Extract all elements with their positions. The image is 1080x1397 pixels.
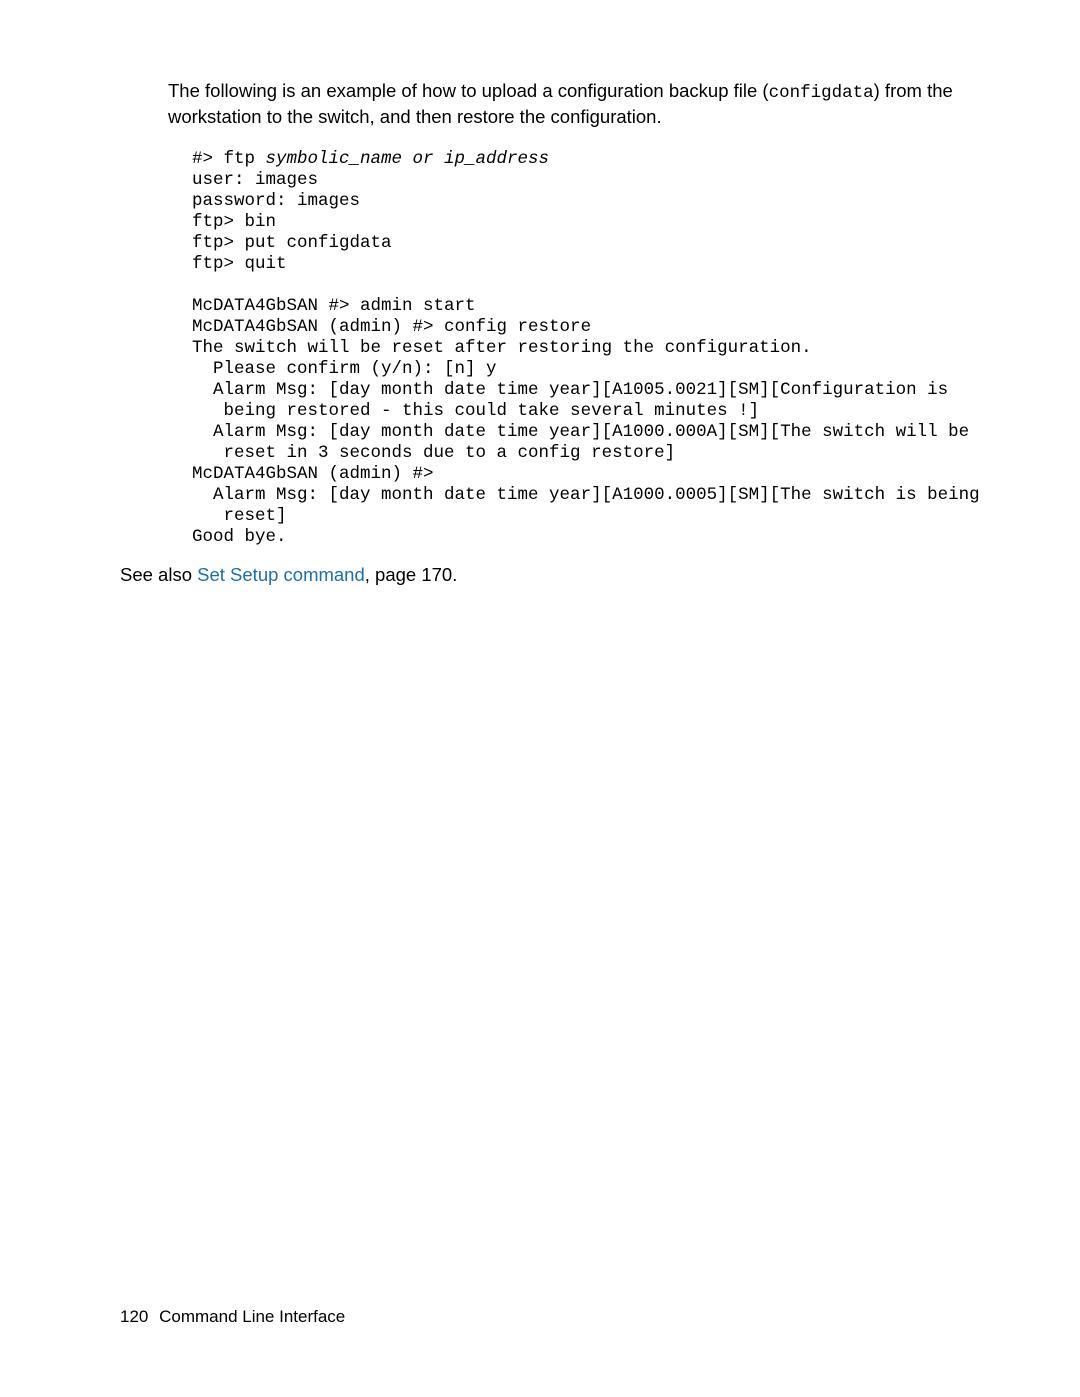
see-also-label: See also	[120, 564, 192, 585]
intro-code: configdata	[769, 83, 874, 103]
code-l16: McDATA4GbSAN (admin) #>	[192, 464, 434, 484]
code-l10: The switch will be reset after restoring…	[192, 338, 812, 358]
intro-part1: The following is an example of how to up…	[168, 80, 769, 101]
page-container: The following is an example of how to up…	[0, 0, 1080, 1397]
code-example: #> ftp symbolic_name or ip_address user:…	[192, 149, 960, 548]
code-l1b: symbolic_name or ip_address	[266, 149, 550, 169]
code-l14: Alarm Msg: [day month date time year][A1…	[192, 422, 969, 442]
code-l5: ftp> put configdata	[192, 233, 392, 253]
code-l13: being restored - this could take several…	[192, 401, 759, 421]
see-also-suffix: , page 170.	[365, 564, 458, 585]
page-number: 120	[120, 1307, 148, 1326]
page-footer: 120 Command Line Interface	[120, 1307, 345, 1327]
code-l11: Please confirm (y/n): [n] y	[192, 359, 497, 379]
code-l17: Alarm Msg: [day month date time year][A1…	[192, 485, 980, 505]
see-also-row: See also Set Setup command, page 170.	[120, 564, 960, 586]
code-l3: password: images	[192, 191, 360, 211]
code-l1a: #> ftp	[192, 149, 266, 169]
code-l2: user: images	[192, 170, 318, 190]
see-also-link[interactable]: Set Setup command	[197, 564, 365, 585]
footer-section: Command Line Interface	[159, 1307, 345, 1326]
intro-paragraph: The following is an example of how to up…	[168, 79, 960, 131]
code-l8: McDATA4GbSAN #> admin start	[192, 296, 476, 316]
code-l15: reset in 3 seconds due to a config resto…	[192, 443, 675, 463]
code-l19: Good bye.	[192, 527, 287, 547]
code-l12: Alarm Msg: [day month date time year][A1…	[192, 380, 948, 400]
code-l9: McDATA4GbSAN (admin) #> config restore	[192, 317, 591, 337]
code-l6: ftp> quit	[192, 254, 287, 274]
code-l4: ftp> bin	[192, 212, 276, 232]
code-l18: reset]	[192, 506, 287, 526]
